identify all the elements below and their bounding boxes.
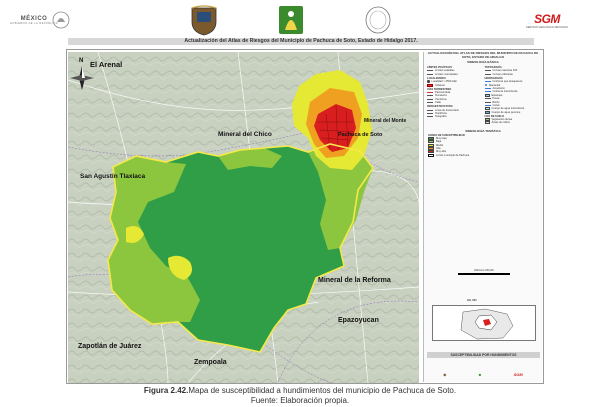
- green-mascot-logo-icon: [276, 4, 306, 36]
- perennial-water-body-symbol: [485, 111, 490, 114]
- place-label: Zempoala: [194, 359, 227, 366]
- coat-of-arms-icon: [50, 4, 72, 36]
- railway-symbol: [427, 99, 433, 100]
- water-line-symbol: [485, 81, 491, 82]
- place-label: El Arenal: [90, 60, 122, 69]
- sgm-logo-subtext: SERVICIO GEOLÓGICO MEXICANO: [526, 26, 568, 29]
- legend-row: Límites municipales: [427, 73, 482, 76]
- figure-caption-text: Mapa de susceptibilidad a hundimientos d…: [188, 386, 456, 395]
- state-limit-symbol: [427, 70, 433, 71]
- legend-row: Áreas de cultivo: [485, 121, 540, 124]
- figure-number: Figura 2.42.: [144, 386, 188, 395]
- power-line-symbol: [427, 110, 433, 111]
- header: MÉXICO GOBIERNO DE LA REPÚBLICA SGM SERV…: [0, 0, 600, 46]
- embankment-symbol: [485, 102, 491, 103]
- locality-point-symbol: [427, 80, 430, 83]
- sgm-logo-text: SGM: [534, 12, 560, 26]
- document-title: Actualización del Atlas de Riesgos del M…: [68, 38, 534, 45]
- place-label: Epazoyucan: [338, 317, 379, 324]
- legend-label: Áreas de cultivo: [492, 121, 510, 124]
- place-label: Zapotlán de Juárez: [78, 343, 142, 350]
- place-label: Mineral del Chico: [218, 131, 272, 138]
- contour-ordinary-symbol: [485, 74, 491, 75]
- figure-caption: Figura 2.42.Mapa de susceptibilidad a hu…: [0, 386, 600, 405]
- sgm-small-logo: SGM: [514, 372, 523, 377]
- intermittent-stream-symbol: [485, 91, 491, 92]
- figure-source: Fuente: Elaboración propia.: [0, 396, 600, 406]
- municipal-limit-symbol: [427, 74, 433, 75]
- map-id: GH_001: [467, 299, 477, 302]
- phone-line-symbol: [427, 113, 433, 114]
- map-canvas[interactable]: N El Arenal Mineral del Chico San Agustí…: [68, 52, 419, 383]
- legend-panel: ACTUALIZACIÓN DEL ATLAS DE RIESGOS DEL M…: [423, 52, 542, 382]
- municipal-limit-swatch: [428, 154, 434, 157]
- dirt-road-symbol: [427, 95, 433, 96]
- legend-row: Límite municipal de Pachuca: [428, 154, 538, 157]
- sheet-footer-title: SUSCEPTIBILIDAD POR HUNDIMIENTOS: [427, 352, 540, 358]
- urban-area-symbol: [427, 84, 433, 87]
- panel-logos: ◆ ■ SGM: [427, 370, 539, 379]
- legend-label: Límites municipales: [435, 73, 458, 76]
- place-label: Mineral del Monte: [364, 118, 406, 124]
- pond-symbol: [485, 94, 490, 97]
- locator-inset-map: [432, 305, 536, 341]
- legend-label: Cuerpo de agua perenne: [492, 111, 521, 114]
- crop-area-symbol: [485, 121, 490, 124]
- dam-symbol: [485, 98, 491, 99]
- place-label: Mineral de la Reforma: [318, 277, 391, 284]
- paved-road-symbol: [427, 92, 433, 93]
- basic-symbology-heading: SIMBOLOGÍA BÁSICA: [424, 60, 542, 64]
- municipal-crest-icon: [186, 4, 222, 36]
- aqueduct-symbol: [485, 88, 491, 89]
- sgm-logo: SGM SERVICIO GEOLÓGICO MEXICANO: [522, 4, 572, 36]
- legend-title: ACTUALIZACIÓN DEL ATLAS DE RIESGOS DEL M…: [424, 52, 542, 59]
- place-label: San Agustín Tlaxiaca: [80, 173, 146, 180]
- telegraph-line-symbol: [427, 116, 433, 117]
- north-arrow-label: N: [79, 58, 83, 64]
- legend-label: Urbanas: [435, 84, 445, 87]
- oval-seal-icon: [363, 4, 393, 36]
- canal-symbol: [485, 105, 491, 106]
- legend-row: Curvas ordinarias: [485, 73, 540, 76]
- map-sheet: MÉXICO GOBIERNO DE LA REPÚBLICA SGM SERV…: [0, 0, 600, 407]
- scale-bar-graphic: [458, 273, 510, 275]
- thematic-symbology-heading: SIMBOLOGÍA TEMÁTICA: [424, 129, 542, 133]
- susceptibility-map-svg: N El Arenal Mineral del Chico San Agustí…: [68, 52, 419, 383]
- mascot-small-icon: ■: [479, 372, 481, 377]
- legend-label: Calle: [435, 101, 441, 104]
- legend-row: Cuerpo de agua perenne: [485, 110, 540, 113]
- legend-label: Curvas ordinarias: [493, 73, 513, 76]
- scale-bar: ESCALA 1:80,000: [454, 269, 514, 276]
- street-symbol: [427, 102, 433, 103]
- legend-label: Telegrafía: [435, 115, 446, 118]
- legend-row: Telegrafía: [427, 115, 482, 118]
- crest-small-icon: ◆: [443, 372, 446, 377]
- legend-label: Límite municipal de Pachuca: [436, 154, 469, 157]
- legend-row: Calle: [427, 101, 482, 104]
- contour-master-symbol: [485, 70, 491, 71]
- legend-row: Urbanas: [427, 83, 482, 86]
- scale-label: ESCALA 1:80,000: [454, 269, 514, 272]
- place-label: Pachuca de Soto: [338, 132, 383, 138]
